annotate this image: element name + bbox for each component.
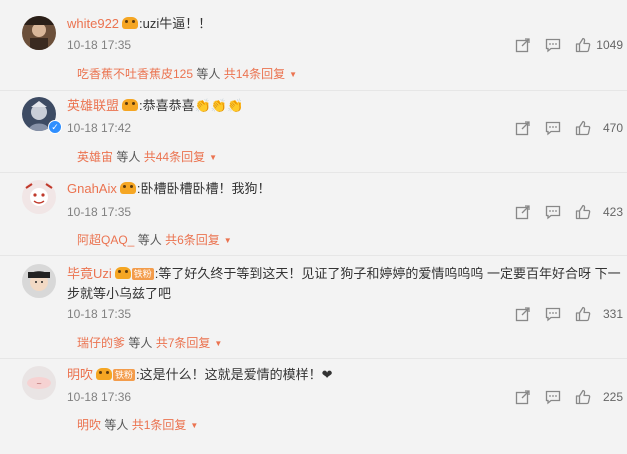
comment-time: 10-18 17:35 [67,307,132,321]
reply-mid-text: 等人 [104,418,129,432]
reply-mid-text: 等人 [137,233,162,247]
comment-button[interactable] [545,204,561,220]
reply-mid-text: 等人 [128,336,153,350]
like-icon [575,120,591,136]
avatar[interactable] [22,180,56,214]
reply-username[interactable]: 明吹 [77,418,101,432]
comment-time: 10-18 17:36 [67,390,132,404]
share-button[interactable] [515,120,531,136]
dropdown-arrow-icon: ▼ [214,339,223,348]
reply-summary[interactable]: 英雄宙 等人 共44条回复 ▼ [77,148,217,165]
reply-count-link[interactable]: 共6条回复 [165,233,220,247]
vip-crown-icon [114,267,131,279]
verified-icon: ✓ [48,120,62,134]
username[interactable]: white922 [67,16,119,31]
comment-button[interactable] [545,120,561,136]
share-button[interactable] [515,389,531,405]
vip-crown-icon [119,182,136,194]
reply-mid-text: 等人 [196,67,221,81]
like-button[interactable]: 423 [575,204,623,220]
like-count: 331 [602,307,623,321]
dropdown-arrow-icon: ▼ [190,421,199,430]
like-icon [575,204,591,220]
like-icon [575,389,591,405]
reply-summary[interactable]: 阿超QAQ_ 等人 共6条回复 ▼ [77,231,232,248]
divider [0,172,627,173]
username[interactable]: GnahAix [67,181,117,196]
fan-badge: 铁粉 [131,268,154,280]
comment-button[interactable] [545,37,561,53]
comment-icon [545,307,561,322]
reply-count-link[interactable]: 共44条回复 [144,150,205,164]
svg-text:~: ~ [36,380,42,388]
like-button[interactable]: 1049 [575,37,623,53]
share-button[interactable] [515,37,531,53]
reply-summary[interactable]: 吃香蕉不吐香蕉皮125 等人 共14条回复 ▼ [77,65,297,82]
like-button[interactable]: 225 [575,389,623,405]
share-button[interactable] [515,306,531,322]
like-button[interactable]: 470 [575,120,623,136]
fan-badge: 铁粉 [113,369,136,381]
share-icon [515,390,530,405]
share-icon [515,307,530,322]
comment-text: :恭喜恭喜👏👏👏 [139,98,244,113]
share-icon [515,205,530,220]
divider [0,90,627,91]
divider [0,358,627,359]
dropdown-arrow-icon: ▼ [209,153,217,162]
avatar[interactable]: ~ [22,366,56,400]
like-icon [575,306,591,322]
comment-icon [545,205,561,220]
like-count: 423 [602,205,623,219]
reply-summary[interactable]: 瑞仔的爹 等人 共7条回复 ▼ [77,334,222,351]
avatar[interactable] [22,264,56,298]
comment-list: white922 :uzi牛逼！！ 10-18 17:35 1049 吃香蕉不吐香… [0,0,627,454]
reply-username[interactable]: 英雄宙 [77,150,113,164]
like-count: 470 [602,121,623,135]
comment-text: :这是什么！这就是爱情的模样！❤ [136,367,333,382]
reply-username[interactable]: 吃香蕉不吐香蕉皮125 [77,67,193,81]
dropdown-arrow-icon: ▼ [223,236,232,245]
share-icon [515,121,530,136]
reply-count-link[interactable]: 共14条回复 [224,67,285,81]
like-button[interactable]: 331 [575,306,623,322]
share-button[interactable] [515,204,531,220]
username[interactable]: 明吹 [67,367,93,382]
comment-icon [545,390,561,405]
share-icon [515,38,530,53]
comment-time: 10-18 17:42 [67,121,132,135]
reply-summary[interactable]: 明吹 等人 共1条回复 ▼ [77,416,198,433]
comment-text: :卧槽卧槽卧槽！我狗！ [136,181,271,196]
comment-time: 10-18 17:35 [67,38,132,52]
reply-username[interactable]: 瑞仔的爹 [77,336,125,350]
vip-crown-icon [122,99,139,111]
avatar[interactable] [22,16,56,50]
comment-button[interactable] [545,306,561,322]
username[interactable]: 毕竟Uzi [67,266,112,281]
reply-mid-text: 等人 [116,150,141,164]
like-count: 1049 [596,38,623,52]
comment-text: :uzi牛逼！！ [139,16,212,31]
reply-count-link[interactable]: 共1条回复 [132,418,187,432]
reply-username[interactable]: 阿超QAQ_ [77,233,134,247]
username[interactable]: 英雄联盟 [67,98,119,113]
vip-crown-icon [122,17,139,29]
comment-icon [545,121,561,136]
like-count: 225 [602,390,623,404]
divider [0,255,627,256]
vip-crown-icon [96,368,113,380]
reply-count-link[interactable]: 共7条回复 [156,336,211,350]
like-icon [575,37,591,53]
dropdown-arrow-icon: ▼ [289,70,298,79]
comment-icon [545,38,561,53]
comment-time: 10-18 17:35 [67,205,132,219]
comment-button[interactable] [545,389,561,405]
